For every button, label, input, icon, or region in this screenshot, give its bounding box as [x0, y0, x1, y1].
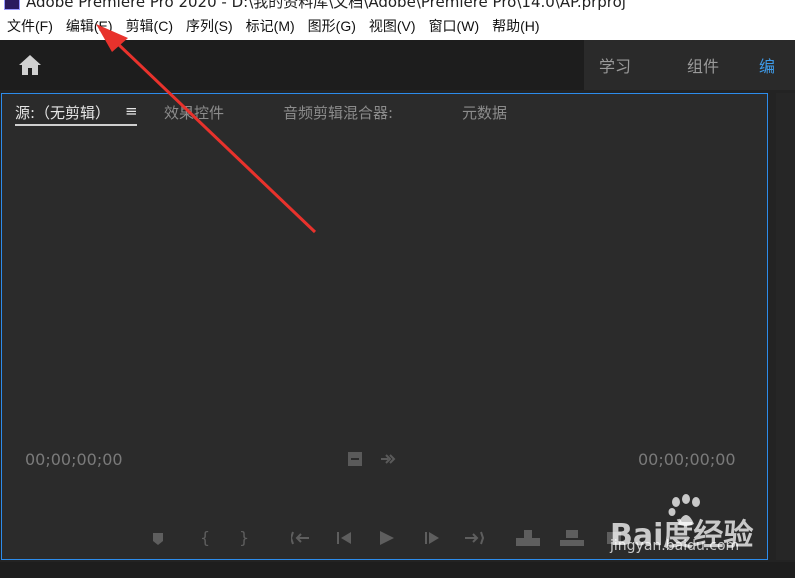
workspace-bar: 学习 组件 编: [0, 40, 795, 90]
menu-sequence[interactable]: 序列(S): [180, 16, 239, 36]
active-tab-underline: [15, 124, 137, 126]
overwrite-icon[interactable]: [559, 524, 585, 561]
menu-clip[interactable]: 剪辑(C): [120, 16, 179, 36]
lower-panel-edge: [0, 562, 795, 578]
step-back-icon[interactable]: [335, 524, 353, 561]
watermark-url: jingyan.baidu.com: [610, 538, 740, 554]
panel-menu-icon[interactable]: ≡: [125, 102, 138, 120]
workspace-tab-editing[interactable]: 编: [759, 53, 775, 77]
add-marker-icon[interactable]: [152, 524, 164, 561]
mark-in-icon[interactable]: {: [200, 524, 210, 552]
home-button[interactable]: [0, 40, 60, 90]
go-to-in-icon[interactable]: [289, 524, 311, 561]
home-icon: [19, 55, 41, 75]
premiere-app-icon: [4, 0, 20, 10]
menu-bar: 文件(F) 编辑(E) 剪辑(C) 序列(S) 标记(M) 图形(G) 视图(V…: [0, 12, 795, 40]
tab-metadata[interactable]: 元数据: [462, 102, 507, 123]
menu-window[interactable]: 窗口(W): [423, 16, 486, 36]
mark-out-icon[interactable]: }: [239, 524, 249, 552]
menu-file[interactable]: 文件(F): [1, 16, 59, 36]
source-monitor-panel: 源:（无剪辑） ≡ 效果控件 音频剪辑混合器: 元数据 00;00;00;00 …: [1, 93, 768, 560]
timecode-right: 00;00;00;00: [638, 450, 736, 469]
title-bar: Adobe Premiere Pro 2020 - D:\我的资料库\文档\Ad…: [0, 0, 795, 12]
menu-help[interactable]: 帮助(H): [486, 16, 545, 36]
menu-graphics[interactable]: 图形(G): [302, 16, 362, 36]
menu-markers[interactable]: 标记(M): [240, 16, 301, 36]
workspace-tab-learn[interactable]: 学习: [599, 53, 631, 77]
baidu-jingyan-watermark: Bai度经验 jingyan.baidu.com: [610, 494, 795, 562]
step-forward-icon[interactable]: [423, 524, 441, 561]
tab-effect-controls[interactable]: 效果控件: [164, 102, 224, 123]
tab-audio-clip-mixer[interactable]: 音频剪辑混合器:: [283, 102, 393, 123]
window-title: Adobe Premiere Pro 2020 - D:\我的资料库\文档\Ad…: [26, 0, 626, 11]
workspace-tabs: 学习 组件 编: [584, 40, 795, 90]
adjacent-panel-edge: [776, 93, 795, 560]
workspace-tab-assembly[interactable]: 组件: [687, 53, 719, 77]
menu-view[interactable]: 视图(V): [363, 16, 422, 36]
insert-icon[interactable]: [515, 524, 541, 561]
timecode-left[interactable]: 00;00;00;00: [25, 450, 123, 469]
play-icon[interactable]: [378, 524, 396, 561]
menu-edit[interactable]: 编辑(E): [60, 16, 119, 36]
fit-dropdown-icon[interactable]: [348, 451, 362, 466]
settings-wrench-icon[interactable]: [380, 451, 398, 465]
tab-source[interactable]: 源:（无剪辑）: [15, 102, 110, 123]
panel-tab-bar: 源:（无剪辑） ≡ 效果控件 音频剪辑混合器: 元数据: [2, 94, 767, 130]
go-to-out-icon[interactable]: [463, 524, 485, 561]
